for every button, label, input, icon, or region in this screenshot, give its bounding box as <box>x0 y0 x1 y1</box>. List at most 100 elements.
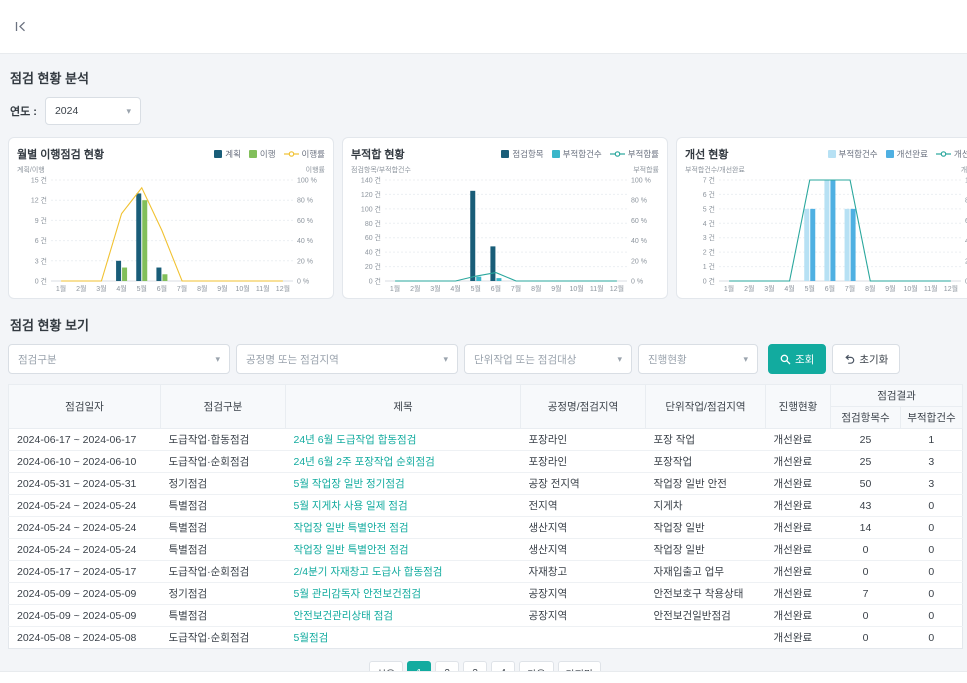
page-next-button[interactable]: 다음 <box>519 661 553 671</box>
cell-items: 0 <box>831 561 901 583</box>
table-row: 2024-05-08 ~ 2024-05-08도급작업·순회점검5월점검개선완료… <box>9 627 963 649</box>
table-row: 2024-05-31 ~ 2024-05-31정기점검5월 작업장 일반 정기점… <box>9 473 963 495</box>
chevron-down-icon: ▾ <box>126 106 131 117</box>
page-number-button-3[interactable]: 3 <box>463 661 487 671</box>
inspection-title-link[interactable]: 24년 6월 2주 포장작업 순회점검 <box>294 456 435 468</box>
cell-unit: 작업장 일반 <box>646 517 766 539</box>
cell-unit: 포장작업 <box>646 451 766 473</box>
cell-category: 특별점검 <box>161 539 286 561</box>
cell-title: 24년 6월 도급작업 합동점검 <box>286 429 521 451</box>
filter-select-placeholder: 단위작업 또는 점검대상 <box>474 352 576 367</box>
page-number-button-2[interactable]: 2 <box>435 661 459 671</box>
inspection-title-link[interactable]: 24년 6월 도급작업 합동점검 <box>294 434 417 446</box>
table-row: 2024-05-24 ~ 2024-05-24특별점검5월 지게차 사용 일제 … <box>9 495 963 517</box>
legend-item: 점검항목 <box>501 148 543 160</box>
legend-label: 점검항목 <box>512 148 543 160</box>
inspection-title-link[interactable]: 작업장 일반 특별안전 점검 <box>294 522 409 534</box>
filter-select-3[interactable]: 진행현황▾ <box>638 344 758 374</box>
year-select[interactable]: 2024 ▾ <box>45 97 141 125</box>
inspection-title-link[interactable]: 안전보건관리상태 점검 <box>294 610 394 622</box>
svg-text:5월: 5월 <box>137 284 147 293</box>
cell-title: 24년 6월 2주 포장작업 순회점검 <box>286 451 521 473</box>
table-row: 2024-06-10 ~ 2024-06-10도급작업·순회점검24년 6월 2… <box>9 451 963 473</box>
cell-items: 14 <box>831 517 901 539</box>
inspection-title-link[interactable]: 2/4분기 자재창고 도급사 합동점검 <box>294 566 443 578</box>
legend-label: 부적합건수 <box>839 148 878 160</box>
svg-text:이행률: 이행률 <box>306 165 325 174</box>
cell-area: 자재창고 <box>521 561 646 583</box>
svg-text:80 %: 80 % <box>297 198 313 205</box>
chart-canvas: 부적합건수/개선완료개선이행률7 건6 건5 건4 건3 건2 건1 건0 건1… <box>685 164 967 294</box>
legend-swatch-icon <box>249 150 257 158</box>
svg-text:40 %: 40 % <box>297 238 313 245</box>
svg-text:2월: 2월 <box>76 284 86 293</box>
cell-area: 공장지역 <box>521 605 646 627</box>
legend-label: 계획 <box>225 148 241 160</box>
cell-items: 43 <box>831 495 901 517</box>
filter-row: 점검구분▾공정명 또는 점검지역▾단위작업 또는 점검대상▾진행현황▾ 조회 초… <box>8 344 967 374</box>
svg-text:11월: 11월 <box>256 284 270 293</box>
cell-date: 2024-05-24 ~ 2024-05-24 <box>9 539 161 561</box>
page-number-button-1[interactable]: 1 <box>407 661 431 671</box>
cell-items: 7 <box>831 583 901 605</box>
svg-text:1월: 1월 <box>56 284 66 293</box>
legend-line-icon <box>610 150 625 158</box>
sidebar-collapse-button[interactable] <box>14 21 27 32</box>
page-first-button[interactable]: 처음 <box>369 661 403 671</box>
inspection-title-link[interactable]: 5월 작업장 일반 정기점검 <box>294 478 405 490</box>
inspection-title-link[interactable]: 작업장 일반 특별안전 점검 <box>294 544 409 556</box>
page-last-button[interactable]: 마지막 <box>558 661 602 671</box>
svg-text:2 건: 2 건 <box>703 248 715 257</box>
svg-text:4월: 4월 <box>450 284 460 293</box>
svg-text:5 건: 5 건 <box>703 204 715 213</box>
legend-swatch-icon <box>828 150 836 158</box>
cell-category: 도급작업·순회점검 <box>161 627 286 649</box>
col-header-result-items: 점검항목수 <box>831 407 901 429</box>
inspection-title-link[interactable]: 5월 관리감독자 안전보건점검 <box>294 588 422 600</box>
svg-text:3월: 3월 <box>764 284 774 293</box>
svg-text:0 %: 0 % <box>631 279 643 286</box>
svg-text:1월: 1월 <box>390 284 400 293</box>
cell-status: 개선완료 <box>766 605 831 627</box>
cell-date: 2024-05-08 ~ 2024-05-08 <box>9 627 161 649</box>
filter-select-0[interactable]: 점검구분▾ <box>8 344 230 374</box>
reset-button[interactable]: 초기화 <box>832 344 900 374</box>
svg-text:15 건: 15 건 <box>31 176 47 185</box>
filter-select-placeholder: 공정명 또는 점검지역 <box>246 352 339 367</box>
inspection-title-link[interactable]: 5월점검 <box>294 632 329 644</box>
filter-selects: 점검구분▾공정명 또는 점검지역▾단위작업 또는 점검대상▾진행현황▾ <box>8 344 758 374</box>
cell-title: 5월 작업장 일반 정기점검 <box>286 473 521 495</box>
filter-select-2[interactable]: 단위작업 또는 점검대상▾ <box>464 344 632 374</box>
inspection-title-link[interactable]: 5월 지게차 사용 일제 점검 <box>294 500 408 512</box>
cell-nonconf: 0 <box>901 605 963 627</box>
cell-category: 정기점검 <box>161 583 286 605</box>
svg-text:40 건: 40 건 <box>365 248 381 257</box>
svg-text:120 건: 120 건 <box>361 190 381 199</box>
legend-item: 개선이행률 <box>936 148 967 160</box>
search-button[interactable]: 조회 <box>768 344 826 374</box>
cell-category: 특별점검 <box>161 495 286 517</box>
svg-text:11월: 11월 <box>590 284 604 293</box>
cell-area: 포장라인 <box>521 451 646 473</box>
cell-title: 2/4분기 자재창고 도급사 합동점검 <box>286 561 521 583</box>
cell-items: 50 <box>831 473 901 495</box>
legend-item: 부적합건수 <box>552 148 602 160</box>
page-number-button-4[interactable]: 4 <box>491 661 515 671</box>
filter-select-1[interactable]: 공정명 또는 점검지역▾ <box>236 344 458 374</box>
cell-nonconf: 0 <box>901 627 963 649</box>
table-row: 2024-06-17 ~ 2024-06-17도급작업·합동점검24년 6월 도… <box>9 429 963 451</box>
svg-text:계획/이행: 계획/이행 <box>17 165 45 174</box>
legend-label: 개선완료 <box>897 148 928 160</box>
svg-text:4월: 4월 <box>784 284 794 293</box>
svg-text:10월: 10월 <box>903 284 917 293</box>
svg-text:80 건: 80 건 <box>365 219 381 228</box>
cell-date: 2024-05-09 ~ 2024-05-09 <box>9 583 161 605</box>
main-content: 점검 현황 분석 연도 : 2024 ▾ 월별 이행점검 현황계획이행이행률계획… <box>0 54 967 671</box>
svg-text:12월: 12월 <box>610 284 624 293</box>
chart-title: 부적합 현황 <box>351 146 405 162</box>
topbar <box>0 0 967 54</box>
cell-date: 2024-05-24 ~ 2024-05-24 <box>9 517 161 539</box>
svg-text:7월: 7월 <box>177 284 187 293</box>
cell-category: 특별점검 <box>161 605 286 627</box>
chart-plot-area: 부적합건수/개선완료개선이행률7 건6 건5 건4 건3 건2 건1 건0 건1… <box>685 164 967 294</box>
